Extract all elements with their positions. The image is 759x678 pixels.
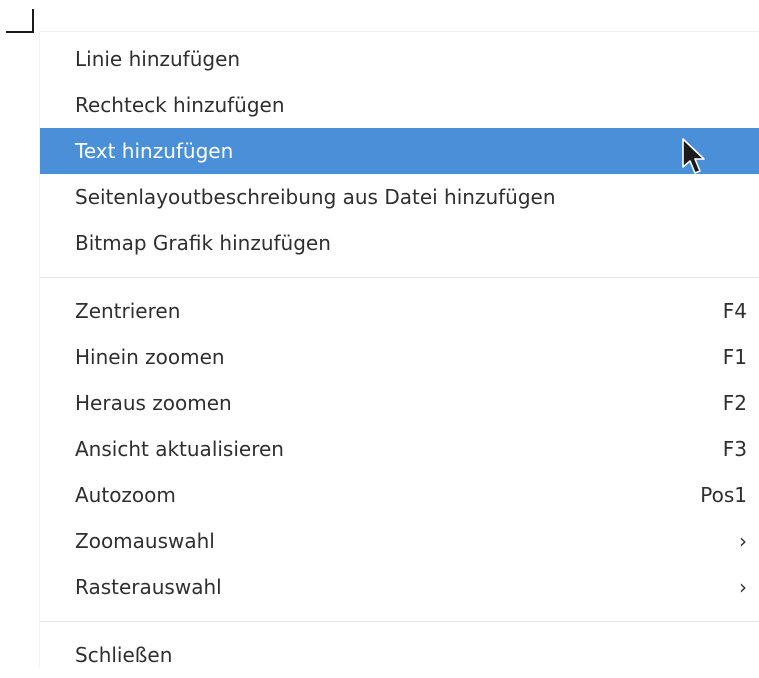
menu-item-label: Rasterauswahl — [75, 575, 222, 599]
canvas-corner-mark — [6, 9, 34, 33]
menu-item-autozoom[interactable]: Autozoom Pos1 — [40, 472, 759, 518]
chevron-right-icon: › — [739, 529, 747, 553]
menu-item-label: Bitmap Grafik hinzufügen — [75, 231, 331, 255]
menu-separator — [40, 621, 759, 622]
menu-item-ansicht-aktualisieren[interactable]: Ansicht aktualisieren F3 — [40, 426, 759, 472]
menu-item-label: Rechteck hinzufügen — [75, 93, 285, 117]
menu-item-label: Autozoom — [75, 483, 176, 507]
menu-item-shortcut: F4 — [722, 299, 747, 323]
menu-item-text-hinzufuegen[interactable]: Text hinzufügen — [40, 128, 759, 174]
context-menu: Linie hinzufügen Rechteck hinzufügen Text … — [39, 31, 759, 668]
menu-item-bitmap-grafik-hinzufuegen[interactable]: Bitmap Grafik hinzufügen — [40, 220, 759, 266]
menu-separator — [40, 277, 759, 278]
menu-item-label: Ansicht aktualisieren — [75, 437, 284, 461]
menu-item-label: Seitenlayoutbeschreibung aus Datei hinzu… — [75, 185, 556, 209]
menu-item-label: Heraus zoomen — [75, 391, 232, 415]
menu-item-shortcut: F3 — [722, 437, 747, 461]
menu-item-zentrieren[interactable]: Zentrieren F4 — [40, 288, 759, 334]
menu-item-seitenlayoutbeschreibung-aus-datei-hinzufuegen[interactable]: Seitenlayoutbeschreibung aus Datei hinzu… — [40, 174, 759, 220]
menu-item-shortcut: Pos1 — [700, 483, 747, 507]
corner-mark-vertical — [32, 9, 34, 33]
menu-item-shortcut: F2 — [722, 391, 747, 415]
menu-item-shortcut: F1 — [722, 345, 747, 369]
menu-item-hinein-zoomen[interactable]: Hinein zoomen F1 — [40, 334, 759, 380]
menu-item-rechteck-hinzufuegen[interactable]: Rechteck hinzufügen — [40, 82, 759, 128]
menu-item-schliessen[interactable]: Schließen — [40, 632, 759, 678]
menu-item-zoomauswahl[interactable]: Zoomauswahl › — [40, 518, 759, 564]
menu-item-label: Zentrieren — [75, 299, 181, 323]
chevron-right-icon: › — [739, 575, 747, 599]
menu-item-linie-hinzufuegen[interactable]: Linie hinzufügen — [40, 36, 759, 82]
context-menu-list: Linie hinzufügen Rechteck hinzufügen Text … — [40, 32, 759, 678]
menu-item-label: Linie hinzufügen — [75, 47, 241, 71]
menu-item-heraus-zoomen[interactable]: Heraus zoomen F2 — [40, 380, 759, 426]
menu-item-label: Zoomauswahl — [75, 529, 215, 553]
menu-item-label: Text hinzufügen — [75, 139, 234, 163]
menu-item-label: Hinein zoomen — [75, 345, 225, 369]
menu-item-label: Schließen — [75, 643, 173, 667]
corner-mark-horizontal — [6, 31, 34, 33]
menu-item-rasterauswahl[interactable]: Rasterauswahl › — [40, 564, 759, 610]
